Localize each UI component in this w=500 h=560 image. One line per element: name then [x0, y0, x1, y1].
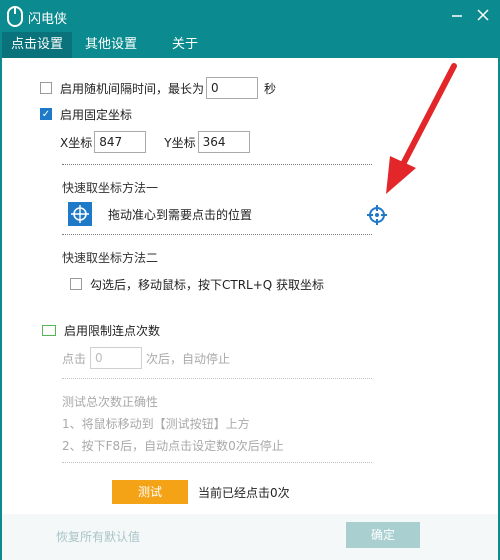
test-title: 测试总次数正确性: [62, 394, 159, 409]
mouse-icon: [6, 5, 24, 27]
random-interval-checkbox[interactable]: [40, 82, 52, 94]
close-icon: [477, 9, 489, 21]
test-step2: 2、按下F8后，自动点击设定数0次后停止: [62, 438, 284, 453]
footer-bar: 恢复所有默认值 确定: [2, 514, 498, 560]
random-interval-label: 启用随机间隔时间，最长为: [60, 81, 205, 96]
divider: [62, 462, 372, 463]
limit-row: 启用限制连点次数: [42, 320, 160, 340]
random-interval-input[interactable]: 0: [206, 77, 259, 99]
method2-checkbox[interactable]: [70, 278, 82, 290]
divider: [62, 378, 372, 379]
limit-label: 启用限制连点次数: [64, 323, 161, 338]
red-arrow-icon: [382, 60, 462, 200]
app-window: 闪电侠 点击设置 其他设置 关于 启用随机间隔时间，最长为 0 秒 ✓ 启用固定…: [0, 0, 500, 560]
tab-about[interactable]: 关于: [158, 32, 212, 58]
method2-label: 勾选后，移动鼠标，按下CTRL+Q 获取坐标: [90, 277, 325, 292]
limit-suffix-label: 次后，自动停止: [146, 351, 231, 366]
method2-title: 快速取坐标方法二: [62, 250, 159, 265]
minimize-icon: [452, 15, 462, 17]
random-interval-row: 启用随机间隔时间，最长为 0 秒: [40, 76, 276, 100]
x-coord-label: X坐标: [60, 135, 93, 150]
window-title: 闪电侠: [28, 12, 68, 27]
y-coord-label: Y坐标: [164, 135, 196, 150]
close-button[interactable]: [472, 4, 494, 26]
test-step1: 1、将鼠标移动到【测试按钮】上方: [62, 416, 250, 431]
coord-inputs-row: X坐标 847 Y坐标 364: [60, 130, 250, 154]
fixed-coord-label: 启用固定坐标: [60, 107, 133, 122]
tab-bar: 点击设置 其他设置 关于: [0, 32, 500, 58]
ok-button[interactable]: 确定: [346, 522, 420, 548]
test-button[interactable]: 测试: [112, 480, 188, 504]
limit-count-row: 点击 0 次后，自动停止: [62, 346, 230, 370]
minimize-button[interactable]: [446, 4, 468, 26]
crosshair-drag-icon[interactable]: [68, 202, 92, 226]
limit-count-input[interactable]: 0: [90, 347, 143, 369]
divider: [62, 234, 372, 235]
method1-instruction: 拖动准心到需要点击的位置: [108, 207, 253, 222]
method1-row: 拖动准心到需要点击的位置: [68, 202, 252, 226]
x-coord-input[interactable]: 847: [94, 131, 147, 153]
seconds-unit-label: 秒: [264, 81, 277, 96]
tab-other-settings[interactable]: 其他设置: [76, 32, 146, 58]
divider: [62, 164, 372, 165]
limit-prefix-label: 点击: [62, 351, 87, 366]
settings-panel: 启用随机间隔时间，最长为 0 秒 ✓ 启用固定坐标 X坐标 847 Y坐标 36…: [2, 58, 498, 514]
crosshair-icon[interactable]: [366, 204, 388, 226]
method2-row: 勾选后，移动鼠标，按下CTRL+Q 获取坐标: [70, 274, 324, 294]
limit-checkbox[interactable]: [42, 324, 56, 336]
method1-title: 快速取坐标方法一: [62, 180, 159, 195]
click-count-status: 当前已经点击0次: [198, 485, 290, 500]
restore-defaults-link[interactable]: 恢复所有默认值: [56, 528, 140, 545]
tab-click-settings[interactable]: 点击设置: [2, 32, 72, 58]
fixed-coord-row: ✓ 启用固定坐标: [40, 104, 132, 124]
y-coord-input[interactable]: 364: [197, 131, 250, 153]
title-bar: 闪电侠: [0, 0, 500, 32]
fixed-coord-checkbox[interactable]: ✓: [40, 108, 52, 120]
